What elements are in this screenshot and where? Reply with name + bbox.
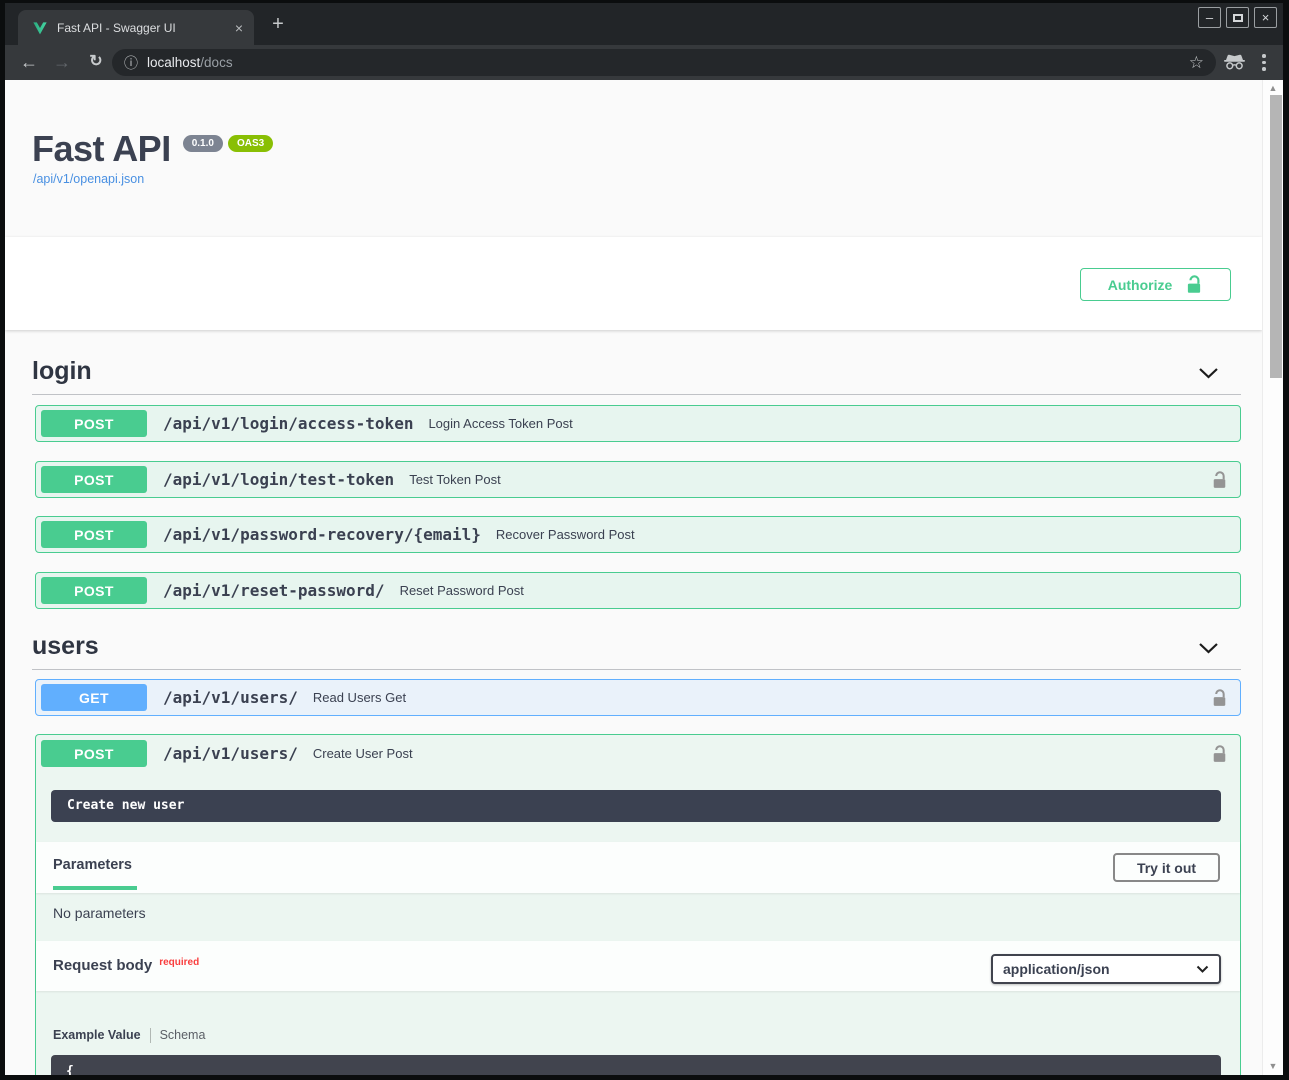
version-badge: 0.1.0 [183, 135, 223, 152]
section-header-login[interactable]: login [32, 355, 1241, 395]
scroll-down-icon[interactable]: ▼ [1263, 1061, 1283, 1071]
section-title: login [32, 357, 92, 385]
tab-close-icon[interactable]: × [229, 20, 249, 36]
page-scrollbar[interactable]: ▲ ▼ [1262, 80, 1283, 1075]
operation-row[interactable]: GET /api/v1/users/ Read Users Get [35, 679, 1241, 716]
operation-path: /api/v1/login/access-token [163, 414, 413, 433]
maximize-button[interactable] [1226, 7, 1249, 28]
parameters-header: Parameters Try it out [36, 842, 1240, 893]
close-button[interactable]: × [1254, 7, 1277, 28]
operation-path: /api/v1/users/ [163, 744, 298, 763]
scrollbar-thumb[interactable] [1270, 95, 1282, 378]
operation-description: Create new user [51, 790, 1221, 822]
authorize-label: Authorize [1108, 277, 1173, 293]
content-type-select[interactable]: application/json [991, 954, 1221, 984]
scheme-container: Authorize [5, 237, 1262, 330]
minimize-icon: – [1206, 11, 1213, 24]
page-title: Fast API [32, 129, 171, 169]
operation-summary: Test Token Post [409, 472, 501, 487]
method-badge: GET [41, 684, 147, 711]
tab-title: Fast API - Swagger UI [57, 21, 229, 35]
method-badge: POST [41, 577, 147, 604]
content-type-value: application/json [1003, 961, 1110, 977]
auth-lock-open-icon[interactable] [1211, 470, 1228, 490]
address-bar[interactable]: ⓘ localhost/docs ☆ [112, 49, 1216, 76]
operation-row[interactable]: POST /api/v1/reset-password/ Reset Passw… [35, 572, 1241, 609]
auth-lock-open-icon[interactable] [1211, 744, 1228, 764]
model-tabs: Example Value Schema [53, 1026, 205, 1044]
forward-icon[interactable]: → [49, 45, 75, 80]
openapi-spec-link[interactable]: /api/v1/openapi.json [33, 172, 144, 186]
select-chevron-icon [1196, 965, 1209, 973]
operation-summary: Login Access Token Post [428, 416, 572, 431]
parameters-label: Parameters [53, 857, 132, 873]
operation-row[interactable]: POST /api/v1/users/ Create User Post [36, 735, 1240, 772]
browser-toolbar: ← → ↻ ⓘ localhost/docs ☆ [5, 45, 1283, 80]
scroll-up-icon[interactable]: ▲ [1263, 83, 1283, 93]
try-it-out-button[interactable]: Try it out [1113, 853, 1220, 882]
operation-summary: Reset Password Post [400, 583, 524, 598]
auth-lock-open-icon[interactable] [1211, 688, 1228, 708]
operation-row[interactable]: POST /api/v1/password-recovery/{email} R… [35, 516, 1241, 553]
example-code-block: { [51, 1055, 1221, 1075]
section-header-users[interactable]: users [32, 630, 1241, 670]
window-controls: – × [1198, 7, 1277, 28]
browser-menu-icon[interactable] [1262, 54, 1266, 71]
section-title: users [32, 632, 99, 660]
close-icon: × [1262, 11, 1270, 24]
reload-icon[interactable]: ↻ [83, 45, 109, 80]
browser-window: Fast API - Swagger UI × + – × ← → ↻ ⓘ lo… [0, 0, 1289, 1080]
titlebar: Fast API - Swagger UI × + – × [5, 3, 1283, 45]
url-host: localhost [147, 55, 200, 70]
operation-expanded: POST /api/v1/users/ Create User Post Cre… [35, 734, 1241, 1075]
authorize-button[interactable]: Authorize [1080, 268, 1231, 301]
unlock-icon [1185, 274, 1203, 295]
fastapi-favicon-icon [32, 20, 48, 36]
operation-summary: Recover Password Post [496, 527, 635, 542]
page-viewport: Fast API 0.1.0 OAS3 /api/v1/openapi.json… [5, 80, 1283, 1075]
new-tab-button[interactable]: + [265, 11, 291, 37]
parameters-tab-underline [53, 886, 137, 890]
maximize-icon [1233, 14, 1243, 22]
method-badge: POST [41, 521, 147, 548]
swagger-content: Fast API 0.1.0 OAS3 /api/v1/openapi.json… [5, 80, 1262, 1075]
oas3-badge: OAS3 [228, 135, 273, 152]
tab-separator [150, 1028, 151, 1043]
operation-path: /api/v1/password-recovery/{email} [163, 525, 481, 544]
operation-summary: Create User Post [313, 746, 413, 761]
api-title-block: Fast API 0.1.0 OAS3 [32, 129, 273, 169]
method-badge: POST [41, 466, 147, 493]
operation-summary: Read Users Get [313, 690, 406, 705]
request-body-text: Request body [53, 957, 152, 974]
url-text: localhost/docs [147, 55, 233, 70]
example-value-tab[interactable]: Example Value [53, 1028, 141, 1042]
request-body-header: Request body required application/json [36, 941, 1240, 991]
chevron-down-icon[interactable] [1198, 367, 1219, 379]
no-parameters-text: No parameters [53, 905, 146, 921]
request-body-label: Request body required [53, 957, 199, 974]
operation-path: /api/v1/reset-password/ [163, 581, 385, 600]
required-label: required [159, 957, 199, 968]
back-icon[interactable]: ← [16, 45, 42, 80]
url-path: /docs [200, 55, 232, 70]
method-badge: POST [41, 410, 147, 437]
operation-row[interactable]: POST /api/v1/login/access-token Login Ac… [35, 405, 1241, 442]
title-badges: 0.1.0 OAS3 [183, 135, 273, 152]
incognito-icon [1223, 54, 1246, 70]
site-info-icon[interactable]: ⓘ [124, 53, 138, 73]
operation-path: /api/v1/login/test-token [163, 470, 394, 489]
minimize-button[interactable]: – [1198, 7, 1221, 28]
bookmark-star-icon[interactable]: ☆ [1189, 53, 1204, 73]
operation-path: /api/v1/users/ [163, 688, 298, 707]
operation-row[interactable]: POST /api/v1/login/test-token Test Token… [35, 461, 1241, 498]
method-badge: POST [41, 740, 147, 767]
schema-tab[interactable]: Schema [160, 1028, 206, 1042]
chevron-down-icon[interactable] [1198, 642, 1219, 654]
browser-tab[interactable]: Fast API - Swagger UI × [18, 10, 254, 45]
